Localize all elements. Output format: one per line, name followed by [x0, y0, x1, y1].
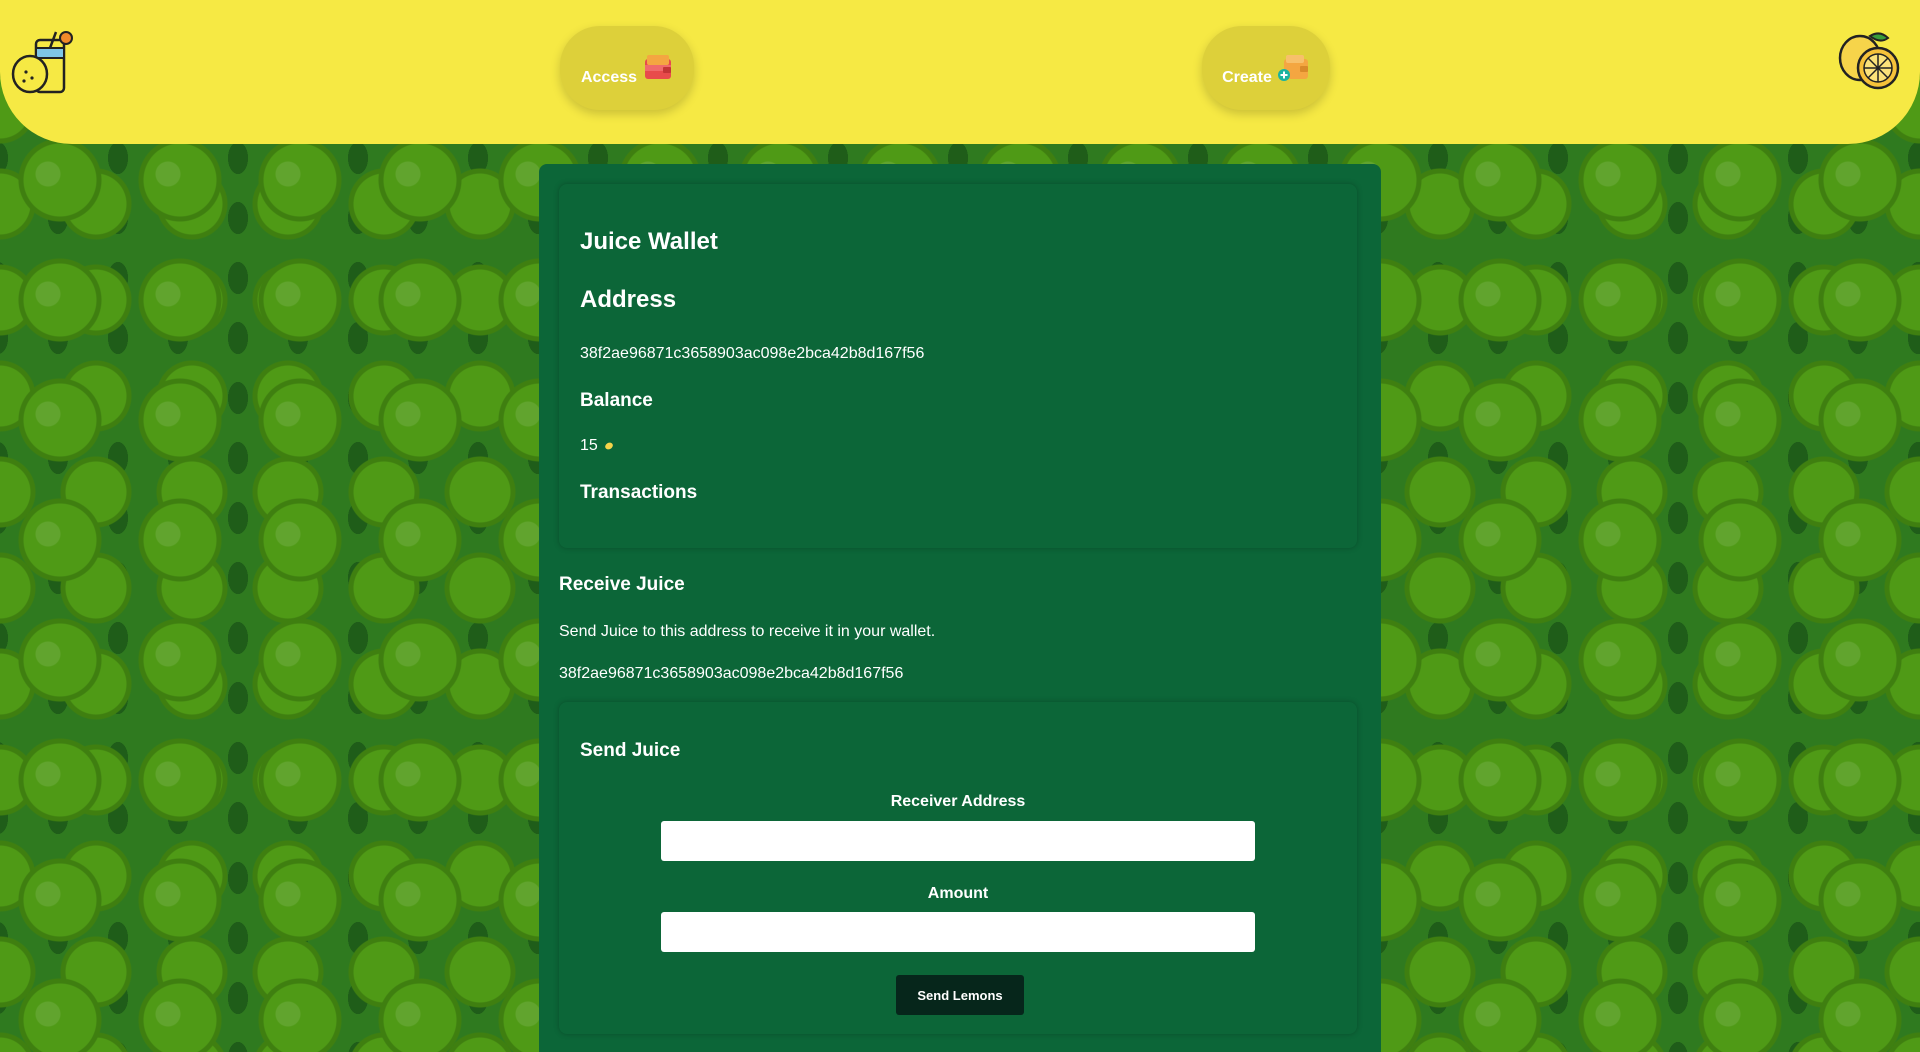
address-heading: Address	[580, 286, 677, 313]
amount-input[interactable]	[661, 912, 1255, 952]
balance-row: 15	[580, 437, 614, 455]
access-label: Access	[580, 69, 638, 86]
receiver-address-label: Receiver Address	[890, 793, 1026, 810]
wallet-icon	[645, 55, 672, 79]
receive-heading: Receive Juice	[559, 574, 685, 595]
balance-value: 15	[580, 437, 598, 454]
wallet-title: Juice Wallet	[580, 228, 718, 255]
top-header: Access Create	[0, 0, 1920, 144]
wallet-panel: Juice Wallet Address 38f2ae96871c3658903…	[539, 164, 1381, 1052]
receive-address: 38f2ae96871c3658903ac098e2bca42b8d167f56	[559, 665, 904, 682]
lemonade-jar-icon[interactable]	[10, 28, 74, 96]
send-heading: Send Juice	[580, 740, 681, 761]
transactions-heading: Transactions	[580, 482, 698, 503]
wallet-add-icon	[1277, 55, 1308, 81]
create-label: Create	[1222, 69, 1272, 86]
lemon-coin-icon	[604, 442, 613, 450]
access-button[interactable]: Access	[560, 26, 694, 110]
receive-description: Send Juice to this address to receive it…	[559, 623, 936, 640]
receiver-address-input[interactable]	[661, 821, 1255, 861]
send-lemons-button[interactable]: Send Lemons	[896, 975, 1024, 1015]
lemon-slice-icon[interactable]	[1836, 30, 1902, 94]
address-value: 38f2ae96871c3658903ac098e2bca42b8d167f56	[580, 345, 925, 362]
wallet-card: Juice Wallet Address 38f2ae96871c3658903…	[559, 184, 1357, 548]
send-card: Send Juice Receiver Address Amount Send …	[559, 702, 1357, 1034]
balance-heading: Balance	[580, 390, 653, 411]
create-button[interactable]: Create	[1202, 26, 1330, 110]
amount-label: Amount	[927, 885, 989, 902]
